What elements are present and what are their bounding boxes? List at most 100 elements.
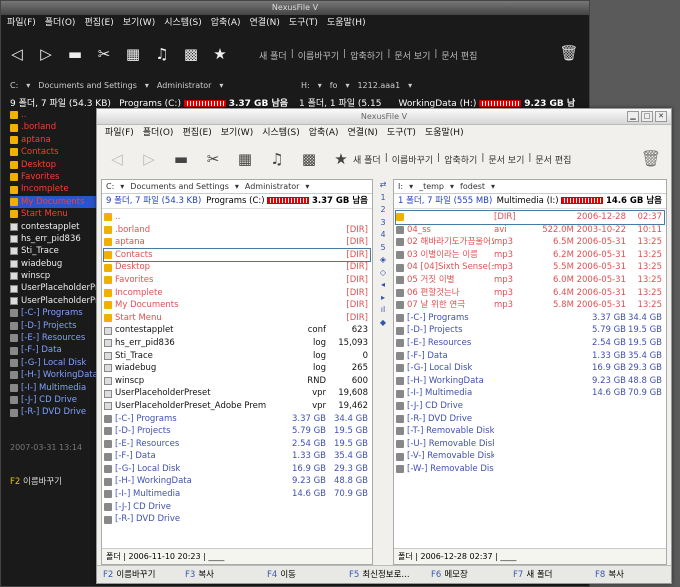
menu-item[interactable]: 파일(F)	[7, 15, 36, 31]
path-segment[interactable]: 1212.aaa1	[357, 81, 400, 90]
path-segment[interactable]: C:	[106, 180, 114, 193]
function-key-f4[interactable]: F4 이동	[261, 566, 343, 583]
middle-button[interactable]: ▸	[375, 292, 391, 305]
chevron-down-icon[interactable]: ▾	[491, 180, 495, 193]
list-item[interactable]: Start Menu	[10, 208, 96, 220]
middle-button[interactable]: 2	[375, 204, 391, 217]
clapper-icon[interactable]: ▩	[181, 44, 201, 64]
toolbar-link[interactable]: 압축하기	[350, 49, 383, 62]
function-key-f5[interactable]: F5 최신정보로...	[343, 566, 425, 583]
table-row[interactable]: Start Menu [DIR]	[104, 312, 370, 325]
table-row[interactable]: [-I-] Multimedia 14.6 GB 70.9 GB	[104, 488, 370, 501]
list-item[interactable]: [-R-] DVD Drive	[10, 406, 96, 418]
function-key-f7[interactable]: F7 새 폴더	[507, 566, 589, 583]
table-row[interactable]: [-H-] WorkingData 9.23 GB 48.8 GB	[104, 475, 370, 488]
list-item[interactable]: [-J-] CD Drive	[10, 394, 96, 406]
toolbar-link[interactable]: 새 폴더	[353, 153, 381, 166]
music-icon[interactable]: ♫	[267, 149, 287, 169]
middle-button[interactable]: ◈	[375, 254, 391, 267]
list-item[interactable]: Incomplete	[10, 183, 96, 195]
path-segment[interactable]: C:	[10, 81, 18, 90]
table-row[interactable]: winscp RND 600	[104, 375, 370, 388]
close-button[interactable]: ✕	[655, 111, 667, 122]
toolbar-link[interactable]: 문서 보기	[394, 49, 430, 62]
chevron-down-icon[interactable]: ▾	[26, 81, 30, 90]
table-row[interactable]: [-H-] WorkingData 9.23 GB 48.8 GB	[396, 375, 664, 388]
list-item[interactable]: [-E-] Resources	[10, 332, 96, 344]
menu-item[interactable]: 편집(E)	[182, 125, 211, 141]
table-row[interactable]: [-G-] Local Disk 16.9 GB 29.3 GB	[104, 463, 370, 476]
chevron-down-icon[interactable]: ▾	[345, 81, 349, 90]
back-right-path[interactable]: H: ▾ fo ▾ 1212.aaa1 ▾	[301, 81, 412, 90]
table-row[interactable]: [-E-] Resources 2.54 GB 19.5 GB	[396, 337, 664, 350]
middle-button[interactable]: 3	[375, 217, 391, 230]
table-row[interactable]: [-F-] Data 1.33 GB 35.4 GB	[104, 450, 370, 463]
chevron-down-icon[interactable]: ▾	[120, 180, 124, 193]
chevron-down-icon[interactable]: ▾	[219, 81, 223, 90]
menu-item[interactable]: 폴더(O)	[143, 125, 174, 141]
table-row[interactable]: .borland [DIR]	[104, 224, 370, 237]
function-key-f8[interactable]: F8 복사	[589, 566, 671, 583]
list-item[interactable]: UserPlaceholderPreset_Adobe	[10, 295, 96, 307]
list-item[interactable]: [-C-] Programs	[10, 307, 96, 319]
path-segment[interactable]: I:	[398, 180, 403, 193]
back-left-path[interactable]: C: ▾ Documents and Settings ▾ Administrator ▾	[10, 81, 223, 90]
table-row[interactable]: [-C-] Programs 3.37 GB 34.4 GB	[396, 312, 664, 325]
list-item[interactable]: [-H-] WorkingData	[10, 369, 96, 381]
table-row[interactable]: aptana [DIR]	[104, 236, 370, 249]
table-row[interactable]: [-V-] Removable Disk	[396, 450, 664, 463]
table-row[interactable]: [-C-] Programs 3.37 GB 34.4 GB	[104, 413, 370, 426]
forward-nav-icon[interactable]: ▷	[139, 149, 159, 169]
table-row[interactable]: hs_err_pid836 log 15,093	[104, 337, 370, 350]
table-row[interactable]: 05 거짓 이별 mp3 6.0M 2006-05-31 13:25	[396, 274, 664, 287]
middle-button[interactable]: ıl	[375, 304, 391, 317]
table-row[interactable]: [-D-] Projects 5.79 GB 19.5 GB	[104, 425, 370, 438]
table-row[interactable]: [-F-] Data 1.33 GB 35.4 GB	[396, 350, 664, 363]
list-item[interactable]: contestapplet	[10, 221, 96, 233]
table-row[interactable]: [DIR] 2006-12-28 02:37	[395, 210, 665, 225]
middle-button[interactable]: ⇄	[375, 179, 391, 192]
middle-button[interactable]: 5	[375, 242, 391, 255]
table-row[interactable]: Contacts [DIR]	[103, 247, 371, 263]
maximize-button[interactable]: □	[641, 111, 653, 122]
function-key-f3[interactable]: F3 복사	[179, 566, 261, 583]
drive-icon[interactable]: ▬	[171, 149, 191, 169]
toolbar-link[interactable]: 문서 보기	[488, 153, 524, 166]
toolbar-link[interactable]: 새 폴더	[259, 49, 287, 62]
table-row[interactable]: [-T-] Removable Disk	[396, 425, 664, 438]
table-row[interactable]: My Documents [DIR]	[104, 299, 370, 312]
chevron-down-icon[interactable]: ▾	[408, 81, 412, 90]
table-row[interactable]: [-W-] Removable Disk	[396, 463, 664, 476]
middle-button[interactable]: ◇	[375, 267, 391, 280]
trash-icon[interactable]: 🗑	[559, 43, 579, 63]
path-segment[interactable]: Documents and Settings	[38, 81, 137, 90]
path-segment[interactable]: fodest	[460, 180, 485, 193]
table-row[interactable]: [-R-] DVD Drive	[396, 413, 664, 426]
menu-item[interactable]: 시스템(S)	[262, 125, 300, 141]
back-fkey[interactable]: F2 이름바꾸기	[10, 475, 62, 487]
function-key-f6[interactable]: F6 메모장	[425, 566, 507, 583]
table-row[interactable]: [-U-] Removable Disk	[396, 438, 664, 451]
function-key-f2[interactable]: F2 이름바꾸기	[97, 566, 179, 583]
table-row[interactable]: [-I-] Multimedia 14.6 GB 70.9 GB	[396, 387, 664, 400]
list-item[interactable]: [-F-] Data	[10, 344, 96, 356]
table-row[interactable]: 06 편할것는나 mp3 6.4M 2006-05-31 13:25	[396, 287, 664, 300]
table-row[interactable]: Favorites [DIR]	[104, 274, 370, 287]
star-icon[interactable]: ★	[331, 149, 351, 169]
list-item[interactable]: My Documents	[10, 195, 96, 209]
middle-button[interactable]: ◆	[375, 317, 391, 330]
back-nav-icon[interactable]: ◁	[107, 149, 127, 169]
forward-nav-icon[interactable]: ▷	[36, 44, 56, 64]
list-item[interactable]: aptana	[10, 134, 96, 146]
middle-button[interactable]: 1	[375, 192, 391, 205]
toolbar-link[interactable]: 문서 편집	[535, 153, 571, 166]
table-row[interactable]: UserPlaceholderPreset_Adobe Premiere 7.0…	[104, 400, 370, 413]
path-segment[interactable]: fo	[330, 81, 338, 90]
path-segment[interactable]: Administrator	[157, 81, 212, 90]
music-icon[interactable]: ♫	[152, 44, 172, 64]
table-row[interactable]: [-R-] DVD Drive	[104, 513, 370, 526]
chevron-down-icon[interactable]: ▾	[145, 81, 149, 90]
table-row[interactable]: wiadebug log 265	[104, 362, 370, 375]
chevron-down-icon[interactable]: ▾	[235, 180, 239, 193]
table-row[interactable]: [-J-] CD Drive	[104, 501, 370, 514]
